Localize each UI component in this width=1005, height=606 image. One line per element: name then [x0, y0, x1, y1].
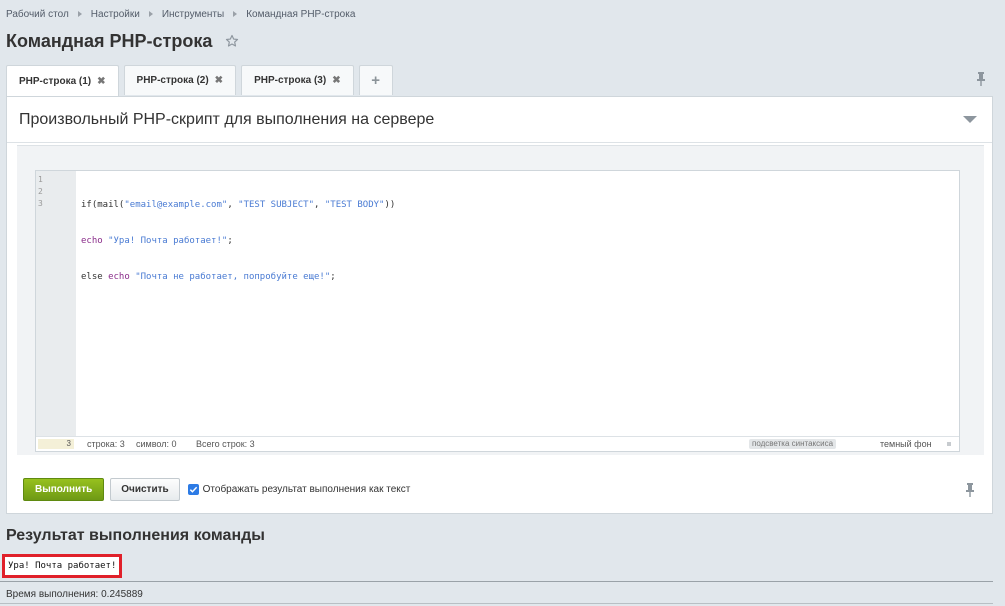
code-area[interactable]: if(mail("email@example.com", "TEST SUBJE…: [81, 175, 395, 307]
checkmark-icon: [189, 486, 197, 493]
checkbox-label: Отображать результат выполнения как текс…: [202, 483, 411, 495]
line-number: 2: [38, 187, 43, 196]
pin-icon[interactable]: [964, 483, 976, 497]
code-line-3: else echo "Почта не работает, попробуйте…: [81, 271, 395, 283]
breadcrumb-item-desktop[interactable]: Рабочий стол: [6, 9, 69, 20]
panel-title: Произвольный PHP-скрипт для выполнения н…: [19, 110, 435, 128]
result-title: Результат выполнения команды: [6, 527, 265, 544]
tab-php-2[interactable]: PHP-строка (2) ✖: [123, 65, 237, 95]
clear-button[interactable]: Очистить: [110, 477, 180, 501]
breadcrumb: Рабочий стол Настройки Инструменты Коман…: [6, 7, 355, 21]
tab-label: PHP-строка (1): [19, 75, 92, 87]
run-button[interactable]: Выполнить: [23, 477, 105, 501]
tab-bar: PHP-строка (1) ✖ PHP-строка (2) ✖ PHP-ст…: [6, 65, 398, 96]
code-line-1: if(mail("email@example.com", "TEST SUBJE…: [81, 199, 395, 211]
result-output: Ура! Почта работает!: [2, 554, 123, 578]
editor-container: 1 2 3 if(mail("email@example.com", "TEST…: [17, 145, 984, 455]
code-string: "TEST BODY": [324, 200, 385, 210]
show-as-text-checkbox[interactable]: [187, 483, 199, 495]
tab-label: PHP-строка (2): [136, 75, 209, 86]
line-number: 3: [38, 199, 43, 208]
panel-header: Произвольный PHP-скрипт для выполнения н…: [7, 97, 992, 143]
tab-php-3[interactable]: PHP-строка (3) ✖: [241, 65, 354, 95]
line-number: 1: [38, 175, 43, 184]
add-tab-button[interactable]: +: [358, 65, 393, 95]
collapse-triangle-icon[interactable]: [963, 116, 977, 123]
code-line-2: echo "Ура! Почта работает!";: [81, 235, 395, 247]
breadcrumb-item-settings[interactable]: Настройки: [91, 9, 140, 20]
pin-icon[interactable]: [975, 72, 987, 86]
code-string: "Почта не работает, попробуйте еще!": [135, 272, 331, 282]
editor-statusbar: 3 строка: 3 символ: 0 Всего строк: 3 под…: [36, 436, 959, 451]
breadcrumb-item-tools[interactable]: Инструменты: [162, 9, 224, 20]
status-total-lines: Всего строк: 3: [196, 439, 255, 449]
code-token: else: [81, 272, 109, 282]
code-token: if(mail(: [81, 200, 125, 210]
plus-icon: +: [371, 72, 380, 89]
tab-label: PHP-строка (3): [254, 75, 327, 86]
code-string: "email@example.com": [124, 200, 228, 210]
code-string: "Ура! Почта работает!": [108, 236, 228, 246]
show-as-text-option[interactable]: Отображать результат выполнения как текс…: [187, 483, 411, 495]
close-icon[interactable]: ✖: [215, 75, 223, 86]
code-token: )): [384, 200, 396, 210]
status-symbol: символ: 0: [136, 439, 177, 449]
close-icon[interactable]: ✖: [332, 75, 340, 86]
action-bar: Выполнить Очистить Отображать результат …: [23, 477, 410, 501]
resize-handle-icon[interactable]: [947, 442, 951, 446]
status-row: строка: 3: [87, 439, 125, 449]
code-token: ,: [227, 200, 239, 210]
tab-php-1[interactable]: PHP-строка (1) ✖: [6, 65, 119, 96]
divider: [0, 581, 993, 582]
chevron-right-icon: [148, 11, 153, 17]
star-icon[interactable]: [224, 33, 240, 49]
syntax-highlight-toggle[interactable]: подсветка синтаксиса: [749, 439, 837, 449]
close-icon[interactable]: ✖: [97, 76, 105, 87]
code-token: ,: [314, 200, 325, 210]
code-token: ;: [330, 272, 336, 282]
breadcrumb-item-current[interactable]: Командная PHP-строка: [246, 9, 355, 20]
php-script-panel: Произвольный PHP-скрипт для выполнения н…: [6, 96, 993, 514]
title-row: Командная PHP-строка: [6, 30, 240, 52]
line-gutter: 1 2 3: [36, 171, 76, 436]
code-string: "TEST SUBJECT": [238, 200, 315, 210]
dark-theme-toggle[interactable]: темный фон: [880, 439, 932, 449]
code-keyword: echo: [108, 272, 136, 282]
code-editor[interactable]: 1 2 3 if(mail("email@example.com", "TEST…: [35, 170, 960, 452]
code-token: ;: [227, 236, 233, 246]
execution-time: Время выполнения: 0.245889: [6, 589, 143, 600]
code-keyword: echo: [81, 236, 109, 246]
chevron-right-icon: [77, 11, 82, 17]
chevron-right-icon: [233, 11, 238, 17]
divider: [0, 603, 993, 604]
current-line-indicator: 3: [38, 439, 74, 449]
page-title: Командная PHP-строка: [6, 30, 213, 51]
